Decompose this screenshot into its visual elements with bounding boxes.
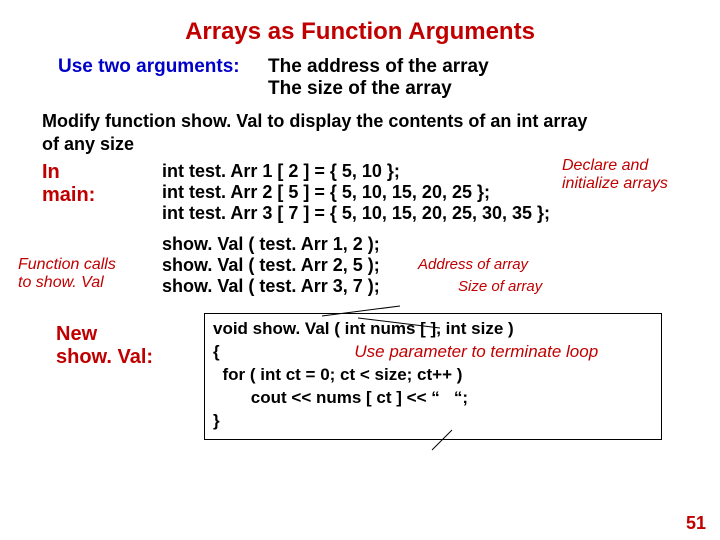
calls-label: Function calls to show. Val [18,234,162,292]
modify-text: Modify function show. Val to display the… [42,110,602,155]
size-ann-text: Size of array [458,278,542,295]
calls-label-1: Function calls [18,256,162,274]
code-close: } [213,410,653,433]
decl-ann-1: Declare and [562,157,720,175]
intro-arg2: The size of the array [268,78,489,100]
page-number: 51 [686,513,706,534]
call-line3: show. Val ( test. Arr 3, 7 ); [162,276,380,297]
code-ann: Use parameter to terminate loop [354,342,598,361]
intro-args: The address of the array The size of the… [268,56,489,100]
code-sig: void show. Val ( int nums [ ], int size … [213,318,653,341]
code-cout: cout << nums [ ct ] << “ “; [213,387,653,410]
newfunc-block: New show. Val: void show. Val ( int nums… [56,313,702,440]
code-open-row: { Use parameter to terminate loop [213,341,653,364]
code-ann-text: Use parameter to terminate loop [354,342,598,361]
intro-arg1: The address of the array [268,56,489,78]
in-main-label: In main: [42,161,162,207]
code-box: void show. Val ( int nums [ ], int size … [204,313,662,440]
newfunc-label-2: show. Val: [56,346,204,369]
decl-line3: int test. Arr 3 [ 7 ] = { 5, 10, 15, 20,… [162,203,702,224]
in-main-block: In main: int test. Arr 1 [ 2 ] = { 5, 10… [42,161,702,224]
code-for: for ( int ct = 0; ct < size; ct++ ) [213,364,653,387]
slide: Arrays as Function Arguments Use two arg… [0,0,720,540]
in-label-1: In [42,161,162,184]
calls-block: Function calls to show. Val show. Val ( … [18,234,702,297]
call-line1: show. Val ( test. Arr 1, 2 ); [162,234,380,255]
newfunc-label: New show. Val: [56,313,204,369]
in-label-2: main: [42,184,162,207]
intro-row: Use two arguments: The address of the ar… [58,56,702,100]
calls-label-2: to show. Val [18,274,162,292]
page-title: Arrays as Function Arguments [18,18,702,46]
decl-ann-2: initialize arrays [562,175,720,193]
code-open: { [213,342,220,361]
decl-annotation: Declare and initialize arrays [562,157,720,193]
addr-annotation: Address of array [418,256,528,273]
size-annotation: Size of array [458,278,542,295]
call-line2: show. Val ( test. Arr 2, 5 ); [162,255,380,276]
calls-code: show. Val ( test. Arr 1, 2 ); show. Val … [162,234,380,297]
addr-ann-text: Address of array [418,256,528,273]
newfunc-label-1: New [56,323,204,346]
intro-label: Use two arguments: [58,56,268,78]
